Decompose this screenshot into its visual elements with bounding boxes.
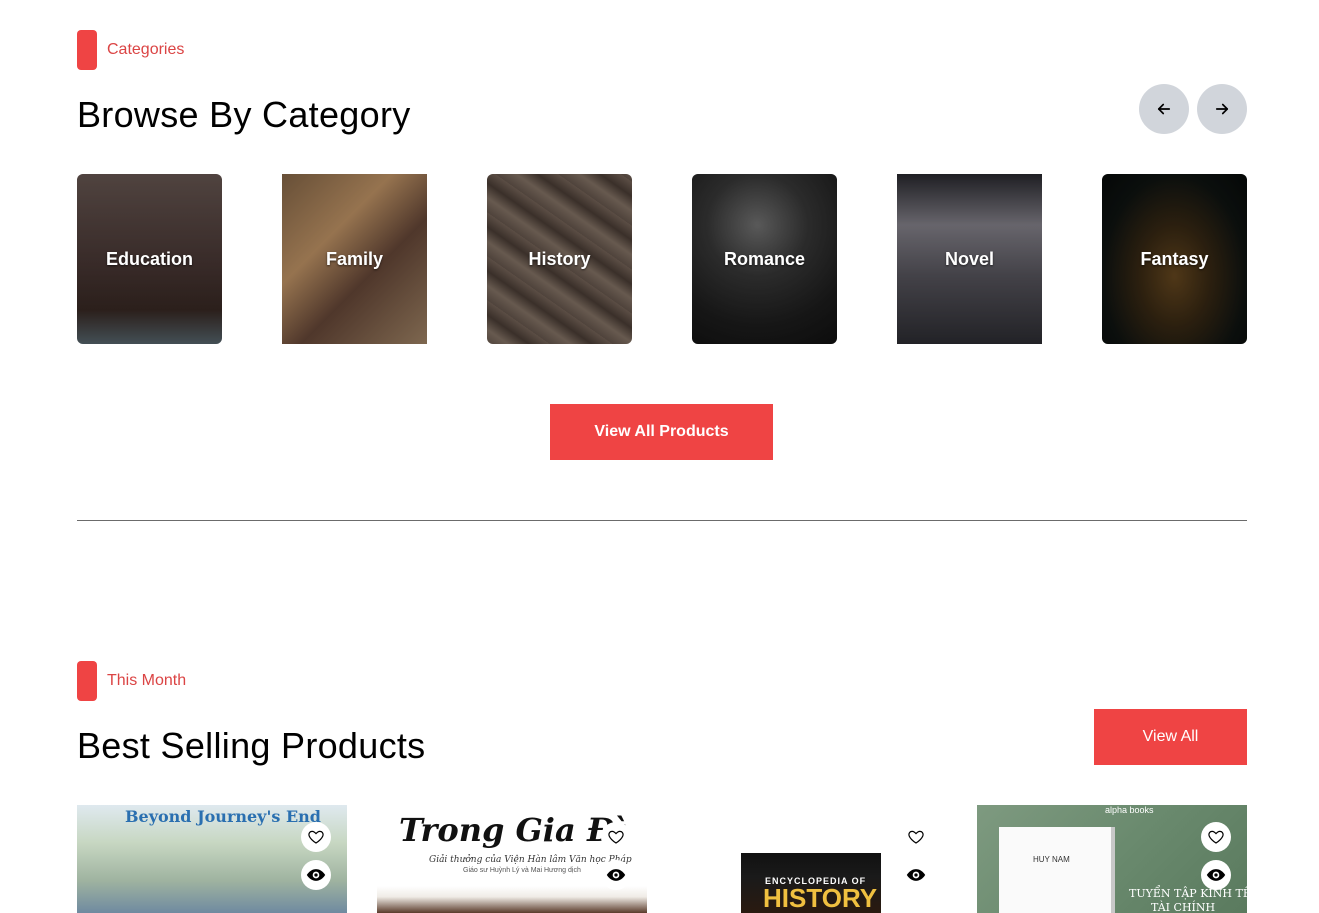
product-cover-author: HUY NAM <box>1033 855 1070 864</box>
product-cover-title: TUYỂN TẬP KINH TẾ <box>1129 887 1247 900</box>
categories-tag: Categories <box>77 30 184 70</box>
this-month-tag: This Month <box>77 661 186 701</box>
arrow-left-icon <box>1157 103 1171 115</box>
product-card[interactable]: Beyond Journey's End <box>77 805 347 913</box>
prev-category-button[interactable] <box>1139 84 1189 134</box>
category-card-novel[interactable]: Novel <box>897 174 1042 344</box>
category-card-fantasy[interactable]: Fantasy <box>1102 174 1247 344</box>
wishlist-button[interactable] <box>301 822 331 852</box>
tag-accent-bar <box>77 661 97 701</box>
view-all-products-button[interactable]: View All Products <box>550 404 773 460</box>
product-card[interactable]: ENCYCLOPEDIA OF HISTORY <box>677 805 947 913</box>
wishlist-button[interactable] <box>601 822 631 852</box>
heart-icon <box>1208 830 1224 844</box>
category-card-family[interactable]: Family <box>282 174 427 344</box>
browse-category-title: Browse By Category <box>77 94 411 135</box>
product-cover-subtitle: Giải thưởng của Viện Hàn lâm Văn học Phá… <box>429 855 632 865</box>
category-label: Education <box>105 248 193 269</box>
wishlist-button[interactable] <box>901 822 931 852</box>
category-card-history[interactable]: History <box>487 174 632 344</box>
product-cover-credit: Giáo sư Huỳnh Lý và Mai Hương dịch <box>463 867 581 874</box>
category-label: Romance <box>723 248 806 269</box>
quick-view-button[interactable] <box>601 860 631 890</box>
categories-tag-label: Categories <box>107 41 185 58</box>
product-cover-title: Trong Gia Đì <box>399 811 627 849</box>
next-category-button[interactable] <box>1197 84 1247 134</box>
this-month-tag-label: This Month <box>107 672 187 689</box>
category-card-romance[interactable]: Romance <box>692 174 837 344</box>
quick-view-button[interactable] <box>1201 860 1231 890</box>
heart-icon <box>908 830 924 844</box>
quick-view-button[interactable] <box>301 860 331 890</box>
eye-icon <box>306 869 326 881</box>
product-card[interactable]: Trong Gia Đì Giải thưởng của Viện Hàn lâ… <box>377 805 647 913</box>
category-label: Fantasy <box>1140 248 1209 269</box>
best-selling-title: Best Selling Products <box>77 725 426 766</box>
product-card[interactable]: HUY NAM alpha books TUYỂN TẬP KINH TẾ TÀ… <box>977 805 1247 913</box>
product-cover-title: Beyond Journey's End <box>125 807 321 826</box>
category-label: Family <box>325 248 384 269</box>
heart-icon <box>608 830 624 844</box>
wishlist-button[interactable] <box>1201 822 1231 852</box>
arrow-right-icon <box>1215 103 1229 115</box>
eye-icon <box>1206 869 1226 881</box>
eye-icon <box>906 869 926 881</box>
product-cover-title: HISTORY <box>763 883 878 913</box>
view-all-button[interactable]: View All <box>1094 709 1247 765</box>
category-card-education[interactable]: Education <box>77 174 222 344</box>
eye-icon <box>606 869 626 881</box>
book-box <box>999 827 1111 913</box>
section-divider <box>77 520 1247 521</box>
quick-view-button[interactable] <box>901 860 931 890</box>
category-label: Novel <box>944 248 995 269</box>
product-cover-subtitle: TÀI CHÍNH <box>1151 901 1216 913</box>
heart-icon <box>308 830 324 844</box>
category-label: History <box>528 248 591 269</box>
product-cover-brand: alpha books <box>1105 805 1154 815</box>
tag-accent-bar <box>77 30 97 70</box>
